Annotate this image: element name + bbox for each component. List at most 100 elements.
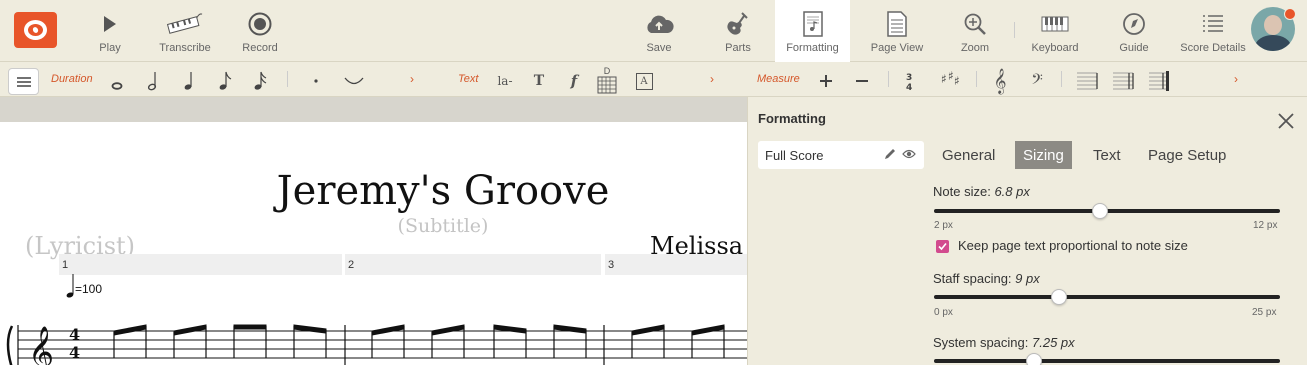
sixteenth-note-button[interactable]: [251, 67, 269, 95]
final-barline-button[interactable]: [1148, 67, 1172, 95]
minus-icon: [856, 80, 868, 82]
tempo-marking[interactable]: =100: [75, 282, 102, 296]
note-beams: [113, 324, 725, 358]
note-size-min: 2 px: [934, 220, 953, 231]
time-signature-icon: 34: [906, 73, 912, 92]
staff-system[interactable]: 𝄞 4 4: [0, 308, 747, 365]
panel-title: Formatting: [758, 111, 826, 126]
measure-number-3[interactable]: 3: [605, 254, 747, 275]
eye-icon[interactable]: [902, 148, 916, 160]
rehearsal-mark-button[interactable]: A: [634, 67, 654, 95]
whole-note-button[interactable]: [108, 67, 126, 95]
system-spacing-value: 7.25 px: [1032, 335, 1075, 350]
guide-button[interactable]: Guide: [1112, 0, 1156, 62]
note-size-label: Note size: 6.8 px: [933, 184, 1030, 199]
transcribe-button[interactable]: Transcribe: [155, 0, 215, 62]
duration-more-chevron[interactable]: ›: [410, 72, 414, 86]
measure-more-chevron[interactable]: ›: [1234, 72, 1238, 86]
text-section-label: Text: [458, 73, 479, 85]
plus-icon: [820, 75, 832, 87]
time-signature-bottom: 4: [69, 343, 80, 362]
single-barline-icon: [1077, 72, 1098, 90]
note-size-slider-handle[interactable]: [1092, 203, 1109, 219]
measure-number-1[interactable]: 1: [59, 254, 342, 275]
chord-grid-icon: [597, 76, 617, 93]
svg-text:♯: ♯: [941, 72, 947, 86]
guitar-icon: [713, 10, 763, 38]
key-signature-button[interactable]: ♯ ♯ ♯: [939, 67, 963, 95]
formatting-label: Formatting: [786, 42, 839, 54]
score-title[interactable]: Jeremy's Groove: [0, 168, 747, 214]
compass-icon: [1112, 10, 1156, 38]
bass-clef-button[interactable]: 𝄢: [1027, 67, 1047, 95]
keep-proportional-label[interactable]: Keep page text proportional to note size: [958, 238, 1188, 253]
sixteenth-note-icon: [254, 71, 267, 90]
tab-text[interactable]: Text: [1085, 141, 1129, 169]
hamburger-icon: [16, 76, 31, 87]
cloud-upload-icon: [634, 10, 684, 38]
treble-clef-button[interactable]: 𝄞: [990, 67, 1010, 95]
palette-divider: [287, 71, 288, 87]
system-spacing-slider[interactable]: [934, 353, 1280, 365]
measure-number-2[interactable]: 2: [345, 254, 601, 275]
tab-page-setup[interactable]: Page Setup: [1140, 141, 1234, 169]
scope-selector[interactable]: Full Score: [758, 141, 924, 169]
eighth-note-button[interactable]: [216, 67, 234, 95]
system-spacing-label: System spacing: 7.25 px: [933, 335, 1075, 350]
keep-proportional-checkbox[interactable]: [936, 240, 949, 253]
staff-spacing-max: 25 px: [1252, 307, 1277, 318]
duration-section-label: Duration: [51, 73, 93, 85]
dynamics-tool-button[interactable]: f: [565, 67, 583, 95]
half-note-icon: [147, 72, 157, 91]
half-note-button[interactable]: [144, 67, 162, 95]
palette-menu-button[interactable]: [8, 68, 39, 95]
chord-diagram-button[interactable]: D: [596, 64, 618, 96]
score-canvas[interactable]: Jeremy's Groove (Subtitle) (Lyricist) Me…: [0, 122, 747, 365]
staff-spacing-label: Staff spacing: 9 px: [933, 271, 1040, 286]
tab-general[interactable]: General: [934, 141, 1003, 169]
dot-button[interactable]: [307, 67, 325, 95]
save-button[interactable]: Save: [634, 0, 684, 62]
keyboard-button[interactable]: Keyboard: [1026, 0, 1084, 62]
svg-text:♯: ♯: [954, 74, 960, 88]
zoom-button[interactable]: Zoom: [950, 0, 1000, 62]
double-barline-button[interactable]: [1112, 67, 1136, 95]
key-signature-icon: ♯ ♯ ♯: [941, 71, 960, 88]
list-icon: [1176, 10, 1250, 38]
text-tool-button[interactable]: T: [530, 67, 548, 95]
zoom-label: Zoom: [960, 42, 990, 54]
single-barline-button[interactable]: [1076, 67, 1100, 95]
lyric-tool-button[interactable]: la-: [494, 67, 516, 95]
page-view-button[interactable]: Page View: [866, 0, 928, 62]
add-measure-button[interactable]: [815, 67, 837, 95]
text-more-chevron[interactable]: ›: [710, 72, 714, 86]
piano-keyboard-icon: [1026, 10, 1084, 38]
bass-clef-icon: 𝄢: [1031, 70, 1043, 92]
formatting-button[interactable]: Formatting: [775, 0, 850, 62]
tab-sizing[interactable]: Sizing: [1015, 141, 1072, 169]
close-icon[interactable]: [1277, 112, 1295, 130]
staff-spacing-slider-handle[interactable]: [1050, 289, 1067, 305]
score-details-button[interactable]: Score Details: [1176, 0, 1250, 62]
time-signature-button[interactable]: 34: [901, 67, 917, 95]
play-button[interactable]: Play: [84, 0, 136, 62]
note-size-slider[interactable]: [934, 203, 1280, 219]
guide-label: Guide: [1119, 42, 1149, 54]
tie-icon: [344, 77, 364, 85]
notification-badge[interactable]: [1284, 8, 1296, 20]
system-spacing-slider-handle[interactable]: [1026, 353, 1043, 365]
parts-button[interactable]: Parts: [713, 0, 763, 62]
dot-icon: [314, 79, 318, 83]
score-ruler-strip: [0, 97, 747, 122]
chord-diagram-letter: D: [603, 65, 611, 76]
tie-button[interactable]: [342, 67, 366, 95]
app-logo[interactable]: [14, 12, 57, 48]
staff-spacing-slider[interactable]: [934, 289, 1280, 305]
record-icon: [236, 10, 284, 38]
pencil-icon[interactable]: [884, 148, 896, 160]
remove-measure-button[interactable]: [851, 67, 873, 95]
toolbar-divider: [1014, 22, 1015, 38]
record-button[interactable]: Record: [236, 0, 284, 62]
quarter-note-button[interactable]: [180, 67, 198, 95]
keyboard-pen-icon: [155, 10, 215, 38]
